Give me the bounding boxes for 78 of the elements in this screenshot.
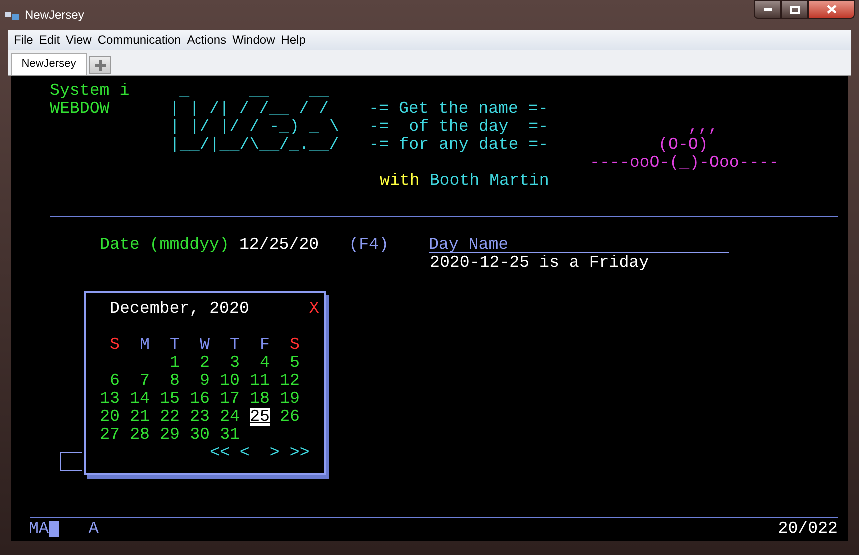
calendar-day[interactable]: 12 [280,372,300,390]
calendar-day[interactable]: 3 [230,354,240,372]
input-field[interactable] [60,452,82,471]
calendar-day[interactable]: 6 [110,372,120,390]
calendar-day[interactable]: 25 [250,408,270,426]
calendar-day[interactable]: 15 [160,390,180,408]
calendar-day[interactable]: 14 [130,390,150,408]
calendar-day[interactable]: 2 [200,354,210,372]
calendar-day[interactable]: 29 [160,426,180,444]
menu-item[interactable]: Window [230,31,278,49]
calendar-day[interactable]: 9 [200,372,210,390]
mascot-ascii-line: ----ooO-(_)-Ooo---- [590,152,780,174]
calendar-day[interactable]: 7 [140,372,150,390]
calendar-day[interactable]: 5 [290,354,300,372]
close-icon [826,5,836,14]
calendar-day[interactable]: 21 [130,408,150,426]
menu-item[interactable]: Edit [36,31,64,49]
calendar-day[interactable]: 19 [280,390,300,408]
calendar-day[interactable]: 24 [220,408,240,426]
calendar-day[interactable]: 23 [190,408,210,426]
close-button[interactable]: X [309,296,320,322]
weekday-label: W [200,336,210,354]
calendar-day[interactable]: 18 [250,390,270,408]
calendar-day[interactable]: 22 [160,408,180,426]
logo-ascii-line: |__/|__/\__/_.__/ [170,134,340,156]
calendar-day[interactable]: 4 [260,354,270,372]
logo-ascii-line: | |/ |/ / -_) _ \ [170,116,340,137]
system-label: System i [50,80,130,102]
calendar-day[interactable]: 11 [250,372,270,390]
calendar-day[interactable]: 17 [220,390,240,408]
weekday-label: M [140,336,150,354]
cursor-position: 20/022 [778,518,838,540]
close-button[interactable] [808,0,855,19]
session-tab[interactable]: NewJersey [11,53,87,75]
field-indicator: A [88,518,99,540]
app-icon [4,9,20,21]
nav-button[interactable]: >> [290,440,310,466]
weekday-label: T [170,336,180,354]
weekday-label: S [110,336,120,354]
day-name-result: 2020-12-25 is a Friday [430,252,650,274]
weekday-label: T [230,336,240,354]
date-input[interactable]: 12/25/20 [239,232,320,258]
calendar-day[interactable]: 10 [220,372,240,390]
calendar-title: December, 2020 [110,298,250,320]
nav-button[interactable]: < [240,440,250,466]
calendar-day[interactable]: 27 [100,426,120,444]
calendar-day[interactable]: 30 [190,426,210,444]
byline-prefix: with [380,170,420,192]
calendar-day[interactable]: 28 [130,426,150,444]
menu-item[interactable]: File [11,31,36,49]
mascot-ascii-line: ,,, [688,116,718,137]
menu-item[interactable]: Actions [184,31,230,49]
prompt-key-hint: (F4) [349,234,389,256]
app-name: WEBDOW [50,98,110,120]
window-title: NewJersey [25,7,84,24]
text-cursor [48,521,59,537]
byline-name: Booth Martin [430,170,550,192]
minimize-button[interactable] [754,0,781,19]
date-label: Date (mmddyy) [100,234,230,256]
calendar-day[interactable]: 13 [100,390,120,408]
calendar-day[interactable]: 20 [100,408,120,426]
mascot-ascii-line: (O-O) [658,134,708,155]
calendar-day[interactable]: 26 [280,408,300,426]
calendar-day[interactable]: 1 [170,354,180,372]
menu-item[interactable]: View [63,31,95,49]
nav-button[interactable]: > [270,440,280,466]
weekday-label: F [260,336,270,354]
weekday-label: S [290,336,300,354]
menu-item[interactable]: Help [278,31,309,49]
tagline: -= for any date =- [369,134,549,156]
calendar-day[interactable]: 16 [190,390,210,408]
day-name-heading: Day Name [428,237,729,253]
new-tab-button[interactable] [89,56,111,74]
menu-item[interactable]: Communication [94,31,184,49]
maximize-button[interactable] [781,0,808,19]
plus-icon [94,60,106,70]
mode-indicator: MA [29,518,49,540]
calendar-day[interactable]: 8 [170,372,180,390]
